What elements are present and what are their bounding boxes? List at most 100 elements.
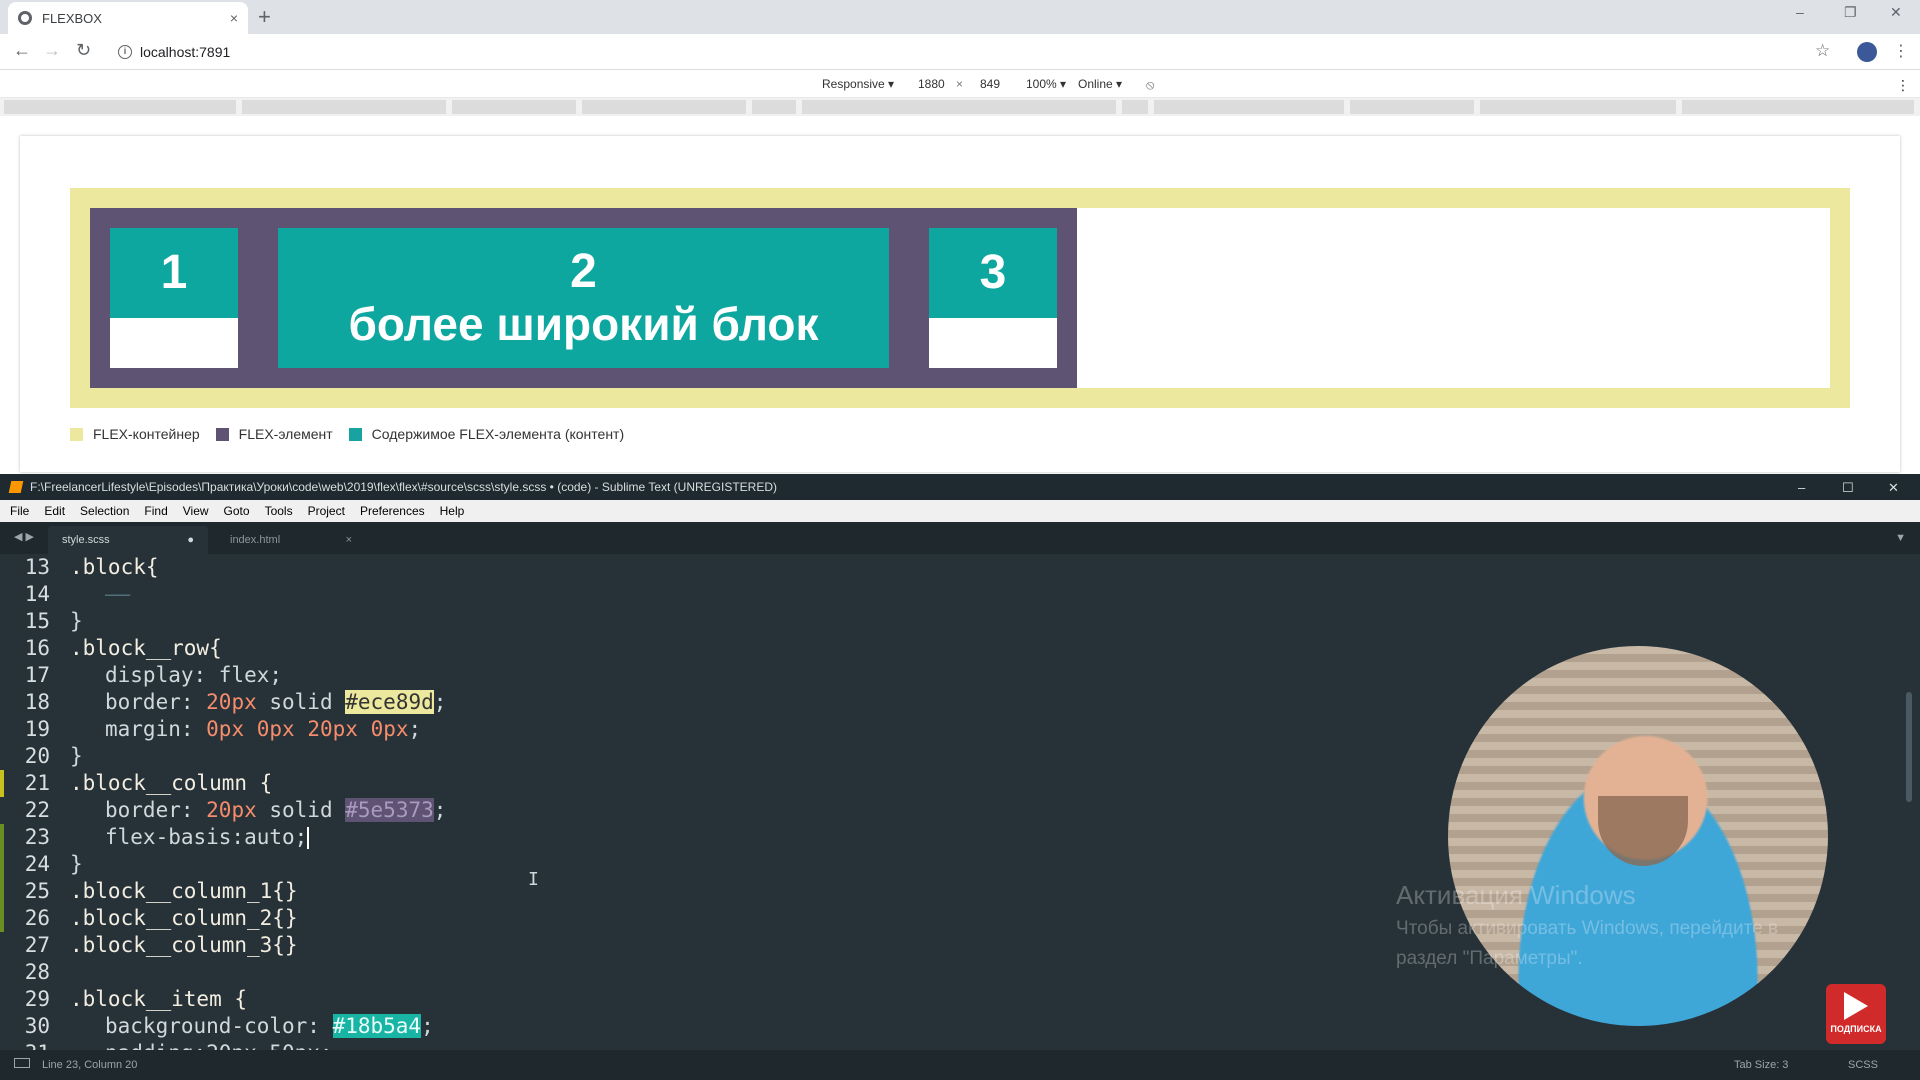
line-number: 18 [24, 690, 50, 714]
sublime-menubar: File Edit Selection Find View Goto Tools… [0, 500, 1920, 522]
unsaved-dot-icon[interactable]: ● [187, 534, 194, 546]
close-window-button[interactable]: ✕ [1890, 4, 1902, 21]
code-line: —— [105, 582, 131, 606]
devtools-device-toolbar: Responsive ▾ 1880 × 849 100% ▾ Online ▾ … [0, 70, 1920, 98]
st-maximize-button[interactable]: ☐ [1842, 480, 1854, 496]
item-number: 3 [979, 246, 1007, 299]
flex-column-1: 1 [90, 208, 258, 388]
legend-label: Содержимое FLEX-элемента (контент) [371, 426, 625, 442]
flex-container: 1 2 более широкий блок 3 [70, 188, 1850, 408]
item-number: 2 [570, 245, 597, 298]
tab-close-icon[interactable]: × [230, 10, 238, 26]
line-number: 15 [24, 609, 50, 633]
code-line-margin: margin: 0px 0px 20px 0px; [105, 717, 422, 741]
sublime-statusbar: Line 23, Column 20 Tab Size: 3 SCSS [0, 1050, 1920, 1080]
throttle-select[interactable]: Online ▾ [1078, 77, 1122, 91]
subscribe-button[interactable]: ПОДПИСКА [1826, 984, 1886, 1044]
profile-avatar[interactable] [1857, 42, 1877, 62]
line-number: 21 [24, 771, 50, 795]
activation-watermark-line1: Чтобы активировать Windows, перейдите в [1396, 918, 1779, 939]
forward-icon[interactable]: → [43, 40, 61, 61]
url-text: localhost:7891 [140, 44, 231, 60]
legend-swatch [70, 427, 83, 441]
menu-edit[interactable]: Edit [44, 504, 65, 518]
info-icon[interactable]: i [118, 45, 132, 59]
bookmark-star-icon[interactable]: ☆ [1815, 41, 1830, 61]
tab-index-html[interactable]: index.html × [216, 526, 366, 554]
code-line: .block__row{ [70, 636, 222, 660]
ibeam-cursor-icon: I [528, 869, 539, 890]
st-minimize-button[interactable]: – [1798, 480, 1805, 495]
code-line: display: flex; [105, 663, 283, 687]
browser-menu-icon[interactable]: ⋮ [1893, 41, 1909, 61]
menu-selection[interactable]: Selection [80, 504, 129, 518]
line-number: 30 [24, 1014, 50, 1038]
device-select[interactable]: Responsive ▾ [822, 77, 894, 91]
st-close-button[interactable]: ✕ [1888, 480, 1899, 496]
menu-view[interactable]: View [183, 504, 209, 518]
legend-label: FLEX-элемент [238, 426, 333, 442]
menu-find[interactable]: Find [144, 504, 167, 518]
tab-style-scss[interactable]: style.scss ● [48, 526, 208, 554]
times-sign: × [956, 77, 964, 91]
menu-file[interactable]: File [10, 504, 29, 518]
rotate-icon[interactable]: ⦸ [1146, 77, 1154, 93]
restore-button[interactable]: ❐ [1844, 4, 1857, 21]
menu-tools[interactable]: Tools [265, 504, 293, 518]
code-line: .block__item { [70, 987, 248, 1011]
viewport-width[interactable]: 1880 [918, 77, 945, 91]
code-line-border-yellow: border: 20px solid #ece89d; [105, 690, 447, 714]
syntax-mode[interactable]: SCSS [1848, 1059, 1878, 1071]
back-icon[interactable]: ← [13, 40, 31, 61]
code-line: .block{ [70, 555, 159, 579]
flex-column-2: 2 более широкий блок [258, 208, 909, 388]
line-number: 14 [24, 582, 50, 606]
code-line: flex-basis:auto; [105, 825, 310, 849]
tab-label: index.html [230, 534, 281, 546]
line-number: 19 [24, 717, 50, 741]
subscribe-label: ПОДПИСКА [1830, 1024, 1882, 1034]
sublime-logo-icon [8, 481, 24, 493]
zoom-select[interactable]: 100% ▾ [1026, 77, 1066, 91]
console-toggle-icon[interactable] [14, 1058, 30, 1068]
legend-swatch [348, 427, 362, 441]
menu-project[interactable]: Project [308, 504, 345, 518]
code-line: padding:20px 50px; [105, 1040, 333, 1050]
tabs-dropdown-icon[interactable]: ▼ [1895, 532, 1906, 544]
code-line: .block__column_1{} [70, 879, 298, 903]
new-tab-button[interactable]: + [258, 4, 271, 30]
globe-icon [18, 11, 32, 25]
flex-column-3: 3 [909, 208, 1077, 388]
line-number: 27 [24, 933, 50, 957]
tab-nav-arrows-icon[interactable]: ◀ ▶ [14, 530, 34, 543]
line-number: 23 [24, 825, 50, 849]
item-number: 1 [160, 246, 188, 299]
menu-goto[interactable]: Goto [224, 504, 250, 518]
menu-help[interactable]: Help [440, 504, 465, 518]
menu-preferences[interactable]: Preferences [360, 504, 425, 518]
flex-item-2: 2 более широкий блок [278, 228, 889, 368]
reload-icon[interactable]: ↻ [76, 40, 91, 61]
media-query-bar[interactable] [0, 98, 1920, 116]
code-line-border-purple: border: 20px solid #5e5373; [105, 798, 447, 822]
tab-close-icon[interactable]: × [346, 534, 352, 546]
line-number: 29 [24, 987, 50, 1011]
text-cursor [307, 827, 310, 849]
minimize-button[interactable]: – [1796, 4, 1804, 20]
line-number: 13 [24, 555, 50, 579]
viewport-height[interactable]: 849 [980, 77, 1000, 91]
tab-size[interactable]: Tab Size: 3 [1734, 1059, 1788, 1071]
flex-item-3: 3 [929, 228, 1057, 318]
activation-watermark-title: Активация Windows [1396, 880, 1636, 910]
address-bar[interactable]: i localhost:7891 [110, 39, 1810, 65]
code-line: } [70, 609, 83, 633]
browser-tab[interactable]: FLEXBOX × [8, 2, 248, 34]
line-number: 20 [24, 744, 50, 768]
sublime-title: F:\FreelancerLifestyle\Episodes\Практика… [30, 480, 778, 494]
legend-swatch [215, 427, 229, 441]
cursor-position: Line 23, Column 20 [42, 1059, 138, 1071]
sublime-titlebar: F:\FreelancerLifestyle\Episodes\Практика… [0, 474, 1920, 500]
line-number: 28 [24, 960, 50, 984]
editor-scrollbar[interactable] [1906, 692, 1912, 802]
devtools-more-icon[interactable]: ⋮ [1896, 77, 1910, 94]
